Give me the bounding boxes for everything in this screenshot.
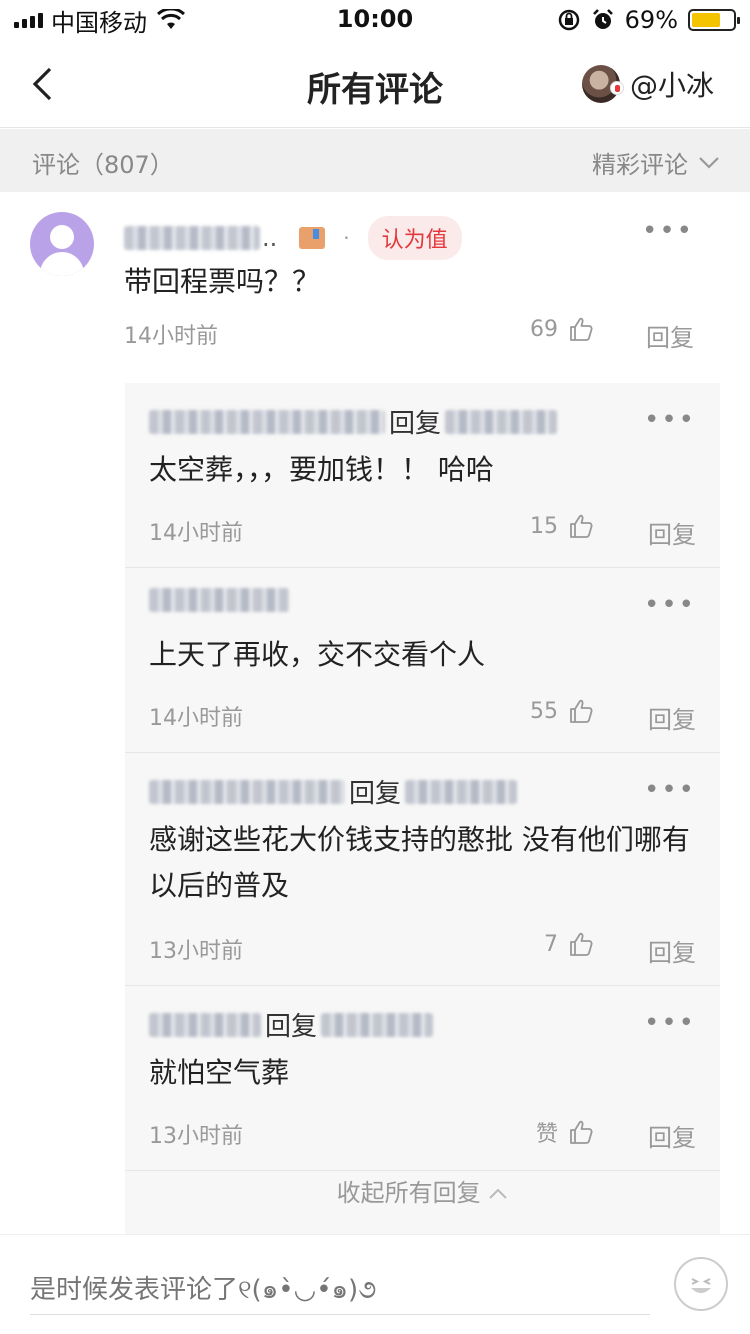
like-count: 69 xyxy=(530,316,558,342)
comment-text: 带回程票吗？？ xyxy=(124,265,321,298)
chevron-up-icon xyxy=(489,1188,508,1199)
comment-item: .. · 认为值 ••• 带回程票吗？？ 14小时前 69 回复 xyxy=(0,192,750,382)
alarm-icon xyxy=(592,9,613,29)
reply-time: 14小时前 xyxy=(149,521,243,546)
blurred-username[interactable] xyxy=(149,779,345,804)
blurred-username[interactable] xyxy=(405,779,518,804)
username: @小冰 xyxy=(629,69,714,102)
reply-button[interactable]: 回复 xyxy=(648,700,696,735)
reply-text: 就怕空气葬 xyxy=(149,1056,290,1089)
more-options-button[interactable]: ••• xyxy=(644,1008,696,1038)
thumbs-up-icon xyxy=(570,514,593,538)
avatar[interactable] xyxy=(30,212,94,276)
like-button[interactable]: 7 xyxy=(544,931,594,957)
reply-text: 上天了再收，交不交看个人 xyxy=(149,638,486,671)
more-options-button[interactable]: ••• xyxy=(644,405,696,435)
like-button[interactable]: 69 xyxy=(530,316,594,342)
reply-item: 回复 ••• 太空葬，，，要加钱！！ 哈哈 14小时前 15 回复 xyxy=(125,383,720,568)
thumbs-up-icon xyxy=(570,317,593,341)
more-options-button[interactable]: ••• xyxy=(644,590,696,620)
reply-time: 13小时前 xyxy=(149,1124,243,1149)
reply-text: 感谢这些花大价钱支持的憨批 没有他们哪有以后的普及 xyxy=(149,823,690,902)
collapse-label: 收起所有回复 xyxy=(336,1179,481,1207)
blurred-username[interactable] xyxy=(321,1012,434,1037)
blurred-username[interactable] xyxy=(149,588,289,612)
comment-composer xyxy=(0,1234,750,1334)
comment-input[interactable] xyxy=(30,1265,650,1315)
reply-time: 13小时前 xyxy=(149,939,243,964)
separator-dot: · xyxy=(343,226,350,250)
like-button[interactable]: 55 xyxy=(530,698,594,724)
like-count: 15 xyxy=(530,513,558,539)
more-options-button[interactable]: ••• xyxy=(642,216,694,246)
sort-dropdown[interactable]: 精彩评论 xyxy=(592,145,720,180)
thumbs-up-icon xyxy=(570,1120,593,1144)
reply-header: 回复 xyxy=(149,1006,434,1043)
reply-button[interactable]: 回复 xyxy=(648,933,696,968)
emoji-icon xyxy=(691,1278,711,1293)
nav-bar: 所有评论 @小冰 xyxy=(0,40,750,128)
comments-header: 评论（807） 精彩评论 xyxy=(0,129,750,192)
blurred-username[interactable] xyxy=(149,409,385,434)
like-button[interactable]: 赞 xyxy=(536,1116,594,1148)
battery-percent: 69% xyxy=(624,6,678,34)
status-bar: 中国移动 10:00 69% xyxy=(0,0,750,40)
reply-button[interactable]: 回复 xyxy=(648,515,696,550)
comment-count: 评论（807） xyxy=(32,151,174,179)
more-options-button[interactable]: ••• xyxy=(644,775,696,805)
battery-icon xyxy=(688,9,740,31)
reply-button[interactable]: 回复 xyxy=(646,318,694,353)
thumbs-up-icon xyxy=(570,932,593,956)
thumbs-up-icon xyxy=(570,699,593,723)
reply-header: 回复 xyxy=(149,773,518,810)
replies-panel: 回复 ••• 太空葬，，，要加钱！！ 哈哈 14小时前 15 回复 ••• 上天… xyxy=(125,383,720,1253)
rotation-lock-icon xyxy=(558,9,579,31)
reply-button[interactable]: 回复 xyxy=(648,1118,696,1153)
blurred-username[interactable] xyxy=(149,1012,261,1037)
comment-time: 14小时前 xyxy=(124,324,218,349)
blurred-username[interactable] xyxy=(445,409,558,434)
medal-icon xyxy=(299,227,326,249)
reply-item: 回复 ••• 就怕空气葬 13小时前 赞 回复 xyxy=(125,986,720,1171)
current-user[interactable]: @小冰 xyxy=(581,64,714,104)
reply-header: 回复 xyxy=(149,403,558,440)
reply-time: 14小时前 xyxy=(149,706,243,731)
chevron-down-icon xyxy=(699,156,719,169)
like-button[interactable]: 15 xyxy=(530,513,594,539)
emoji-button[interactable] xyxy=(674,1257,728,1311)
sort-label: 精彩评论 xyxy=(592,151,688,179)
comment-author[interactable]: .. · 认为值 xyxy=(124,216,462,260)
reply-header xyxy=(149,588,289,612)
collapse-replies-button[interactable]: 收起所有回复 xyxy=(125,1173,720,1208)
status-badge: 认为值 xyxy=(367,216,462,260)
like-count: 55 xyxy=(530,698,558,724)
like-label: 赞 xyxy=(535,1122,558,1147)
user-avatar xyxy=(581,65,624,103)
reply-item: 回复 ••• 感谢这些花大价钱支持的憨批 没有他们哪有以后的普及 13小时前 7… xyxy=(125,753,720,986)
blurred-username xyxy=(124,226,260,250)
reply-item: ••• 上天了再收，交不交看个人 14小时前 55 回复 xyxy=(125,568,720,753)
reply-text: 太空葬，，，要加钱！！ 哈哈 xyxy=(149,453,494,486)
like-count: 7 xyxy=(544,931,558,957)
